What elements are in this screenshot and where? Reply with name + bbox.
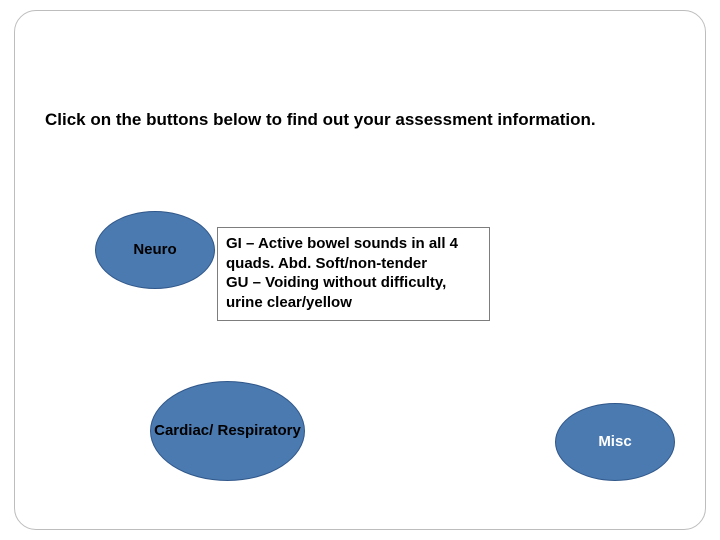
slide-frame: Click on the buttons below to find out y…	[14, 10, 706, 530]
instruction-text: Click on the buttons below to find out y…	[45, 109, 705, 131]
neuro-button[interactable]: Neuro	[95, 211, 215, 289]
misc-button[interactable]: Misc	[555, 403, 675, 481]
misc-button-label: Misc	[598, 433, 631, 452]
cardiac-respiratory-button[interactable]: Cardiac/ Respiratory	[150, 381, 305, 481]
assessment-info-box: GI – Active bowel sounds in all 4 quads.…	[217, 227, 490, 321]
cardiac-respiratory-button-label: Cardiac/ Respiratory	[154, 422, 301, 441]
neuro-button-label: Neuro	[133, 241, 176, 260]
